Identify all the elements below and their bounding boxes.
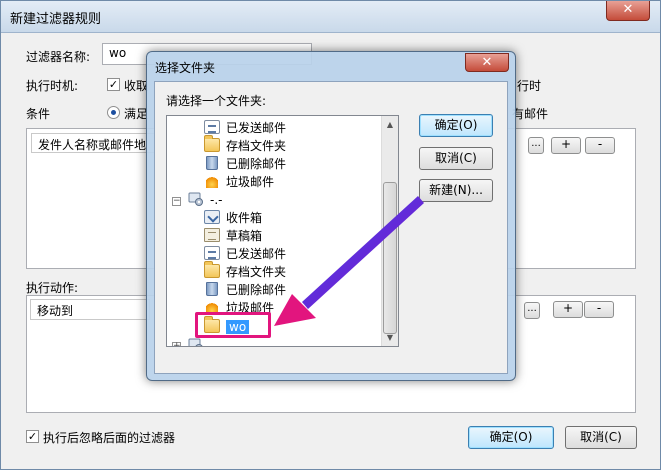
condition-label: 条件 bbox=[26, 107, 51, 121]
trash-icon bbox=[206, 282, 218, 296]
scroll-down-arrow[interactable]: ▼ bbox=[382, 329, 398, 346]
condition-radio[interactable] bbox=[107, 106, 120, 119]
action-label: 执行动作: bbox=[26, 281, 79, 295]
exec-time-option-text: 收取 bbox=[124, 79, 149, 93]
tree-item-junk[interactable]: 垃圾邮件 bbox=[204, 173, 274, 191]
exec-time-checkbox[interactable]: ✓ bbox=[107, 78, 120, 91]
ignore-following-label: 执行后忽略后面的过滤器 bbox=[43, 431, 176, 445]
junk-flame-icon bbox=[206, 174, 218, 188]
account-gear-icon bbox=[188, 338, 203, 346]
select-folder-cancel-button[interactable]: 取消(C) bbox=[419, 147, 493, 170]
dialog-title: 新建过滤器规则 bbox=[10, 12, 102, 27]
exec-time-label: 执行时机: bbox=[26, 79, 79, 93]
action-more-button[interactable]: ... bbox=[524, 302, 540, 319]
inbox-icon bbox=[204, 210, 220, 224]
tree-item-archive-2[interactable]: 存档文件夹 bbox=[204, 261, 286, 281]
action-remove-button[interactable]: - bbox=[584, 301, 614, 318]
condition-remove-button[interactable]: - bbox=[585, 137, 615, 154]
tree-scrollbar[interactable]: ▲ ▼ bbox=[381, 116, 398, 346]
trash-icon bbox=[206, 156, 218, 170]
tree-expand-toggle[interactable]: + bbox=[172, 342, 181, 346]
tree-item-archive[interactable]: 存档文件夹 bbox=[204, 135, 286, 155]
exec-time-option-right: 行时 bbox=[517, 79, 542, 93]
filter-name-label: 过滤器名称: bbox=[26, 50, 91, 64]
tree-item-deleted[interactable]: 已删除邮件 bbox=[204, 155, 286, 173]
account-gear-icon bbox=[188, 192, 203, 206]
tree-item-sent-2[interactable]: 已发送邮件 bbox=[204, 245, 286, 263]
select-folder-prompt: 请选择一个文件夹: bbox=[166, 94, 267, 108]
select-folder-title: 选择文件夹 bbox=[155, 61, 216, 75]
drafts-icon bbox=[204, 228, 220, 242]
tree-item-sent[interactable]: 已发送邮件 bbox=[204, 119, 286, 137]
select-folder-close-button[interactable]: ✕ bbox=[465, 53, 509, 72]
tree-collapse-toggle[interactable]: − bbox=[172, 197, 181, 206]
condition-add-button[interactable]: + bbox=[551, 137, 581, 154]
sent-mail-icon bbox=[204, 120, 220, 134]
condition-radio-text: 满足 bbox=[124, 107, 149, 121]
action-add-button[interactable]: + bbox=[553, 301, 583, 318]
tree-account-node[interactable]: -.- bbox=[188, 191, 222, 209]
folder-icon bbox=[204, 261, 220, 278]
scroll-thumb[interactable] bbox=[383, 182, 397, 334]
action-item[interactable]: 移动到 bbox=[30, 299, 150, 320]
scroll-up-arrow[interactable]: ▲ bbox=[382, 116, 398, 133]
dialog-titlebar: 新建过滤器规则 bbox=[1, 1, 660, 33]
tree-account-node-2[interactable]: -.- bbox=[188, 337, 222, 346]
selection-highlight-box bbox=[195, 312, 271, 338]
tree-item-drafts[interactable]: 草稿箱 bbox=[204, 227, 262, 245]
ignore-following-checkbox[interactable]: ✓ bbox=[26, 430, 39, 443]
tree-item-deleted-2[interactable]: 已删除邮件 bbox=[204, 281, 286, 299]
condition-more-button[interactable]: ... bbox=[528, 137, 544, 154]
folder-icon bbox=[204, 135, 220, 152]
sent-mail-icon bbox=[204, 246, 220, 260]
dialog-close-button[interactable]: ✕ bbox=[606, 1, 650, 21]
tree-item-inbox[interactable]: 收件箱 bbox=[204, 209, 262, 227]
dialog-cancel-button[interactable]: 取消(C) bbox=[565, 426, 637, 449]
new-folder-button[interactable]: 新建(N)... bbox=[419, 179, 493, 202]
dialog-ok-button[interactable]: 确定(O) bbox=[468, 426, 554, 449]
select-folder-ok-button[interactable]: 确定(O) bbox=[419, 114, 493, 137]
condition-right-text: 有邮件 bbox=[512, 107, 549, 121]
